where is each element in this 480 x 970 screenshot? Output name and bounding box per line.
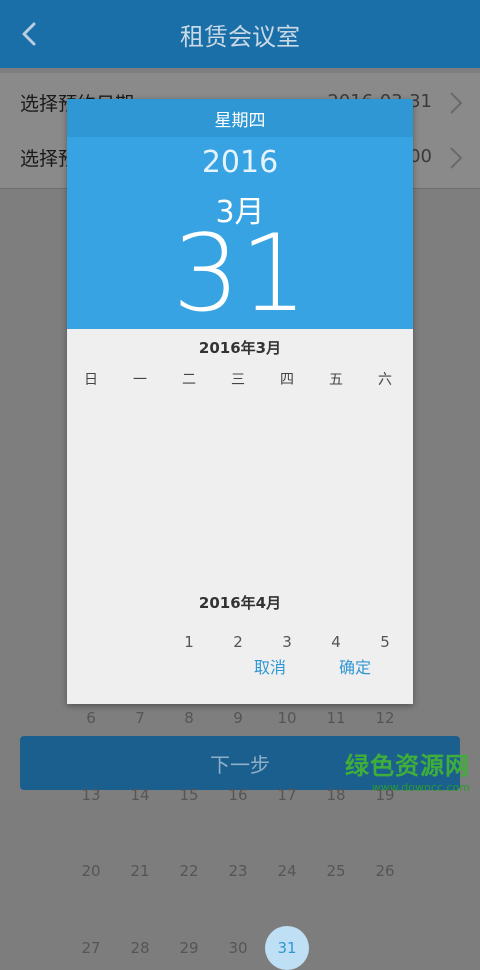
calendar-day-selected[interactable]: 31	[265, 926, 309, 970]
calendar-day[interactable]: 6	[69, 699, 113, 737]
calendar-day[interactable]: 27	[69, 929, 113, 967]
calendar-week-row: 27 28 29 30 31	[67, 926, 413, 970]
next-month-title: 2016年4月	[198, 594, 282, 612]
calendar-day[interactable]: 13	[69, 776, 113, 814]
calendar-day[interactable]: 29	[167, 929, 211, 967]
calendar-day[interactable]: 24	[265, 852, 309, 890]
cancel-button[interactable]: 取消	[243, 651, 297, 685]
calendar-day[interactable]: 1	[167, 623, 211, 661]
current-month-title: 2016年3月	[198, 339, 282, 357]
confirm-button[interactable]: 确定	[328, 651, 382, 685]
calendar-week-row: 20 21 22 23 24 25 26	[67, 852, 413, 890]
calendar-day[interactable]: 12	[363, 699, 407, 737]
calendar-week-row: 6 7 8 9 10 11 12	[67, 699, 413, 737]
selected-weekday: 星期四	[67, 99, 413, 137]
calendar-day[interactable]: 23	[216, 852, 260, 890]
calendar-day[interactable]: 22	[167, 852, 211, 890]
calendar-day[interactable]: 9	[216, 699, 260, 737]
calendar-day[interactable]: 21	[118, 852, 162, 890]
calendar-day[interactable]: 26	[363, 852, 407, 890]
page-title: 租赁会议室	[180, 22, 300, 51]
weekday-label: 六	[378, 372, 392, 388]
calendar-day[interactable]: 17	[265, 776, 309, 814]
weekday-label: 二	[182, 372, 196, 388]
selected-year[interactable]: 2016	[67, 145, 413, 180]
date-picker-header: 2016 3月 31	[67, 137, 413, 329]
calendar-day[interactable]: 25	[314, 852, 358, 890]
calendar-day[interactable]: 15	[167, 776, 211, 814]
calendar-day[interactable]: 10	[265, 699, 309, 737]
weekday-label: 三	[231, 372, 245, 388]
calendar-day[interactable]: 16	[216, 776, 260, 814]
top-bar: 租赁会议室	[0, 0, 480, 68]
chevron-right-icon	[450, 147, 463, 169]
calendar-day[interactable]: 18	[314, 776, 358, 814]
calendar-day[interactable]: 8	[167, 699, 211, 737]
weekday-label: 五	[329, 372, 343, 388]
calendar-day[interactable]: 19	[363, 776, 407, 814]
calendar-day[interactable]: 11	[314, 699, 358, 737]
calendar-week-row: 13 14 15 16 17 18 19	[67, 776, 413, 814]
weekday-label: 日	[84, 372, 98, 388]
weekday-header-row: 日 一 二 三 四 五 六	[67, 361, 413, 399]
calendar-day[interactable]: 30	[216, 929, 260, 967]
calendar-day[interactable]: 20	[69, 852, 113, 890]
selected-day[interactable]: 31	[67, 219, 413, 329]
chevron-right-icon	[450, 92, 463, 114]
weekday-label: 四	[280, 372, 294, 388]
calendar-day[interactable]: 14	[118, 776, 162, 814]
weekday-label: 一	[133, 372, 147, 388]
back-arrow-icon[interactable]	[16, 20, 44, 48]
calendar-day[interactable]: 7	[118, 699, 162, 737]
date-picker-dialog: 星期四 2016 3月 31 2016年3月 日 一 二 三 四 五 六 123…	[67, 99, 413, 970]
calendar-day[interactable]: 28	[118, 929, 162, 967]
